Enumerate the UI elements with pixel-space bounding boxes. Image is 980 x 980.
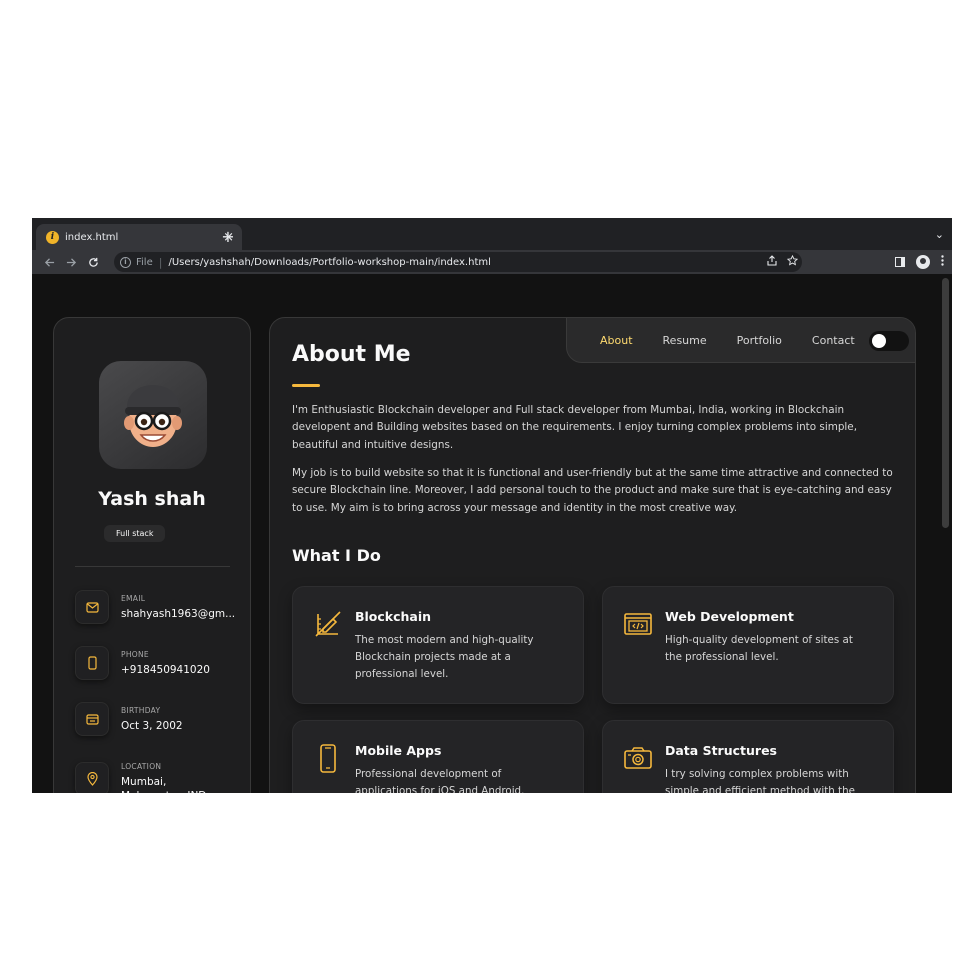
about-paragraph: My job is to build website so that it is… [292,467,893,514]
service-card: Blockchain The most modern and high-qual… [292,586,584,704]
browser-tab[interactable]: i index.html × [36,224,242,250]
theme-toggle[interactable] [869,331,909,351]
calendar-icon [75,702,109,736]
address-bar[interactable]: i File | /Users/yashshah/Downloads/Portf… [114,252,802,272]
service-card: Web Development High-quality development… [602,586,894,704]
contact-label: Birthday [121,706,161,715]
back-icon[interactable] [38,252,60,272]
side-panel-icon[interactable] [895,257,905,267]
reload-icon[interactable] [82,252,104,272]
contact-label: Email [121,594,146,603]
design-icon [313,609,343,639]
profile-icon[interactable] [916,255,930,269]
main-navbar: About Resume Portfolio Contact [566,318,915,363]
contact-location: Location Mumbai, Maharastra, IND [75,762,231,793]
nav-contact[interactable]: Contact [812,334,855,347]
sidebar-divider [75,566,230,567]
service-title: Web Development [665,609,794,624]
service-text: I try solving complex problems with simp… [665,768,855,793]
profile-name: Yash shah [98,488,206,510]
favicon-icon: i [46,230,59,244]
browser-toolbar: i File | /Users/yashshah/Downloads/Portf… [32,250,952,274]
services-title: What I Do [292,546,381,565]
contact-value: Mumbai, Maharastra, IND [121,776,206,793]
contact-value[interactable]: shahyash1963@gm... [121,607,235,621]
contact-phone: Phone +918450941020 [75,646,231,680]
service-text: Professional development of applications… [355,768,525,793]
page-scrollbar[interactable] [942,278,949,528]
nav-portfolio[interactable]: Portfolio [737,334,782,347]
title-underline [292,384,320,387]
contact-birthday: Birthday Oct 3, 2002 [75,702,231,736]
service-text: The most modern and high-quality Blockch… [355,634,534,681]
contact-label: Phone [121,650,149,659]
info-icon[interactable]: i [120,256,131,268]
about-paragraph: I'm Enthusiastic Blockchain developer an… [292,404,857,451]
new-tab-button[interactable]: + [218,226,238,246]
bookmark-star-icon[interactable] [786,254,799,269]
service-text: High-quality development of sites at the… [665,634,853,664]
service-card: Mobile Apps Professional development of … [292,720,584,793]
profile-sidebar: Yash shah Full stack Email shahyash1963@… [53,317,251,793]
service-card: Data Structures I try solving complex pr… [602,720,894,793]
camera-icon [623,743,653,773]
service-title: Blockchain [355,609,432,624]
phone-icon [75,646,109,680]
page-viewport: Yash shah Full stack Email shahyash1963@… [32,274,952,793]
url-text[interactable]: /Users/yashshah/Downloads/Portfolio-work… [168,257,490,268]
toggle-knob [872,334,886,348]
contact-value[interactable]: +918450941020 [121,663,231,677]
nav-resume[interactable]: Resume [663,334,707,347]
share-icon[interactable] [767,255,777,269]
contact-label: Location [121,762,162,771]
url-scheme: File [136,256,153,268]
about-article: About Resume Portfolio Contact About Me … [269,317,916,793]
profile-title-badge: Full stack [104,525,166,542]
browser-window: i index.html × + ⌄ i File | /Users/yashs… [32,218,952,793]
tab-search-icon[interactable]: ⌄ [935,228,944,241]
menu-icon[interactable] [941,255,944,269]
page-title: About Me [292,342,411,367]
code-icon [623,609,653,639]
location-icon [75,762,109,793]
tab-title: index.html [65,231,119,243]
mail-icon [75,590,109,624]
contact-email: Email shahyash1963@gm... [75,590,235,624]
mobile-icon [313,743,343,773]
forward-icon[interactable] [60,252,82,272]
memoji-avatar-icon [124,385,182,447]
service-title: Mobile Apps [355,743,442,758]
contact-value: Oct 3, 2002 [121,720,183,732]
avatar [99,361,207,469]
tab-strip: i index.html × + ⌄ [32,218,952,250]
nav-about[interactable]: About [600,334,633,347]
url-separator: | [158,255,163,269]
service-title: Data Structures [665,743,777,758]
